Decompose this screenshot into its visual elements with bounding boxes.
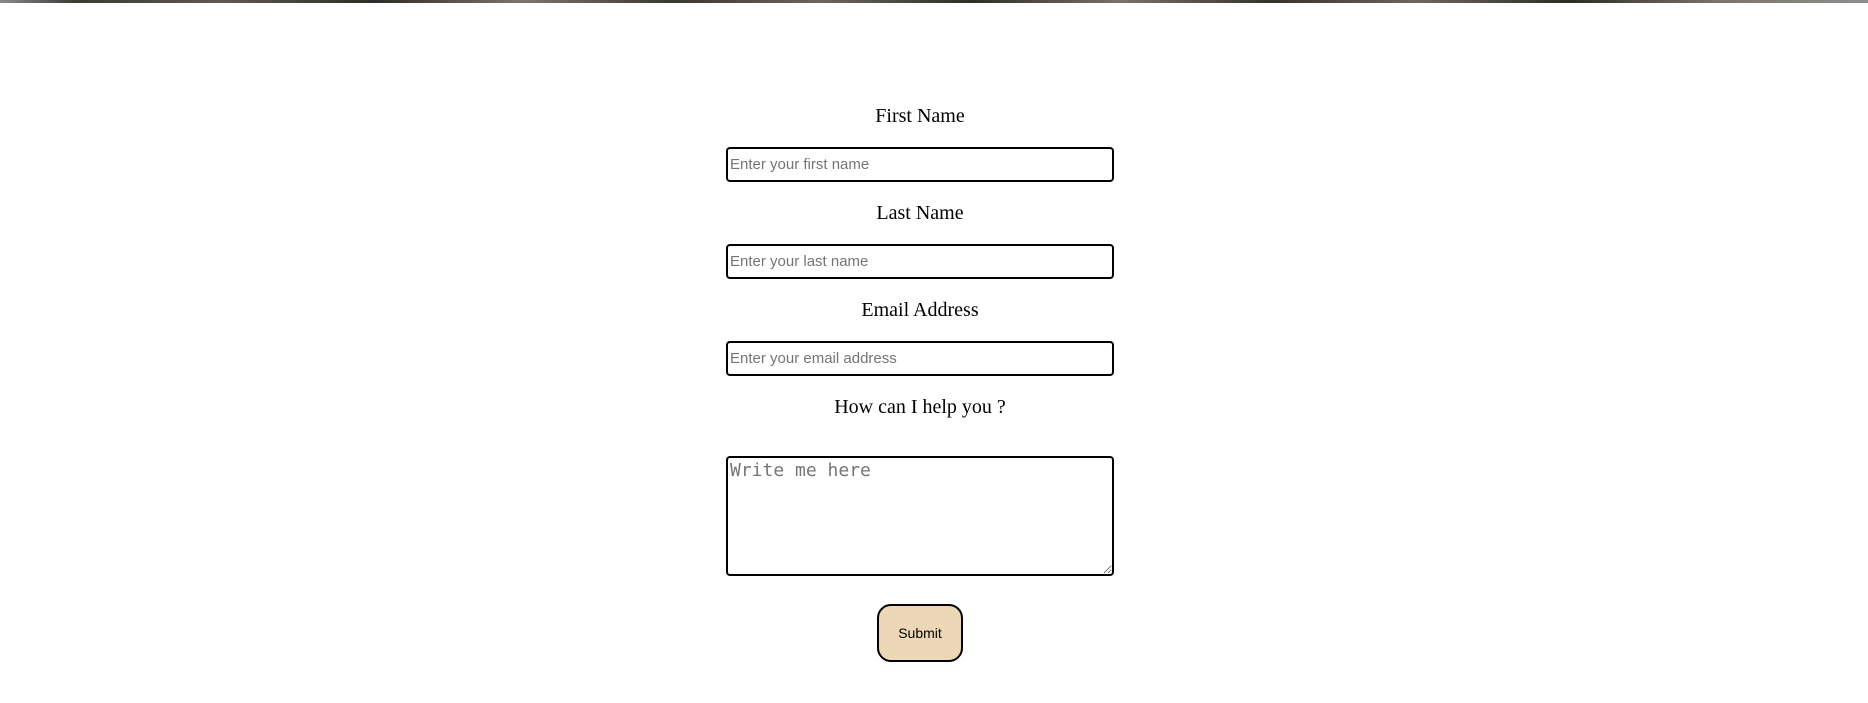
- first-name-label: First Name: [875, 105, 965, 127]
- email-input[interactable]: [726, 341, 1114, 376]
- last-name-input[interactable]: [726, 244, 1114, 279]
- first-name-input[interactable]: [726, 147, 1114, 182]
- submit-button[interactable]: Submit: [877, 604, 963, 662]
- message-label: How can I help you ?: [834, 396, 1006, 418]
- message-textarea[interactable]: [726, 456, 1114, 576]
- email-label: Email Address: [861, 299, 979, 321]
- header-background-image: [0, 0, 1868, 3]
- last-name-label: Last Name: [876, 202, 964, 224]
